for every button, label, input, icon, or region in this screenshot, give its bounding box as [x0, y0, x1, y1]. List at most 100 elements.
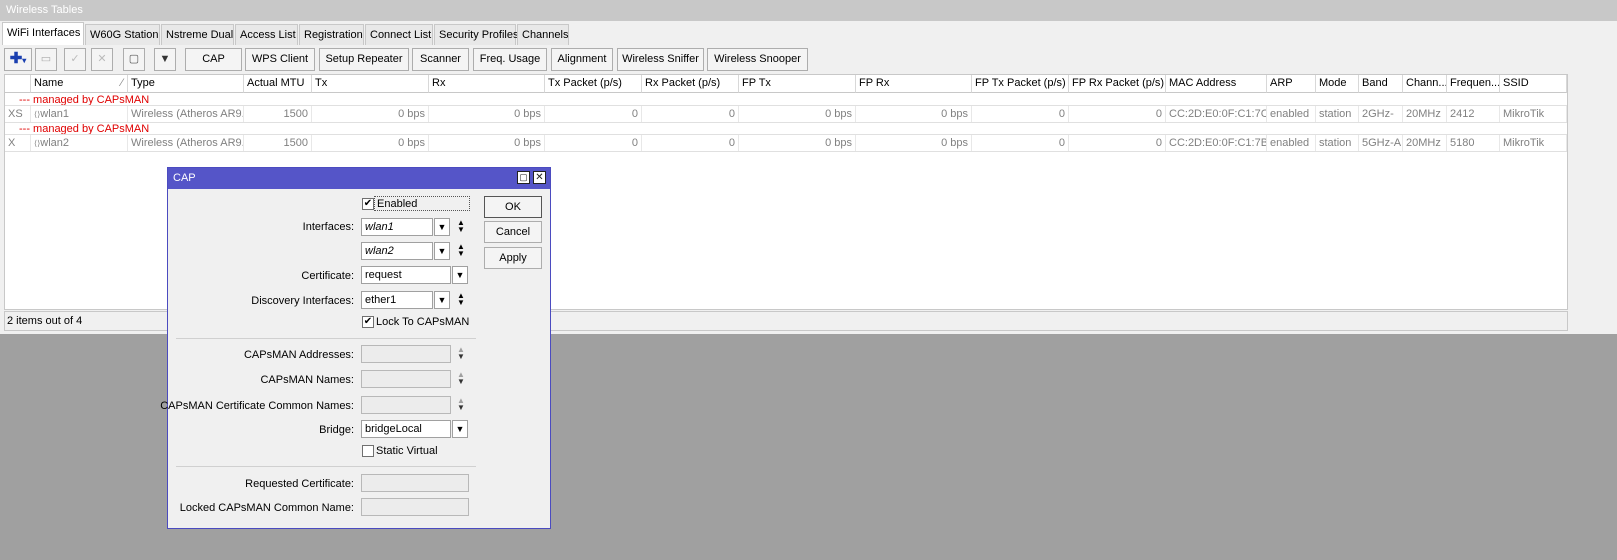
locked-capsman-name-field [361, 498, 469, 516]
cell-ssid: MikroTik [1500, 106, 1567, 122]
alignment-button[interactable]: Alignment [551, 48, 613, 71]
dropdown-icon[interactable]: ▼ [452, 266, 468, 284]
lock-to-capsman-label: Lock To CAPsMAN [376, 316, 470, 328]
close-icon[interactable]: ✕ [533, 171, 546, 184]
maximize-icon[interactable]: ▢ [517, 171, 530, 184]
wps-client-button[interactable]: WPS Client [245, 48, 315, 71]
column-header-fp-rx[interactable]: FP Rx [856, 75, 972, 93]
interface-2-field[interactable]: wlan2 [361, 242, 433, 260]
capsman-addresses-field[interactable] [361, 345, 451, 363]
capsman-names-field[interactable] [361, 370, 451, 388]
column-header-type[interactable]: Type [128, 75, 244, 93]
dialog-title-text: CAP [173, 172, 196, 184]
column-header-name[interactable]: Name ⁄ [31, 75, 128, 93]
cell-fp-tx: 0 bps [739, 106, 856, 122]
interfaces-label: Interfaces: [302, 221, 354, 233]
column-header-tx[interactable]: Tx [312, 75, 429, 93]
updown-icon[interactable]: ▲ ▼ [455, 292, 467, 307]
column-header-mode[interactable]: Mode [1316, 75, 1359, 93]
column-header-flags[interactable] [5, 75, 31, 93]
interface-1-field[interactable]: wlan1 [361, 218, 433, 236]
dropdown-icon[interactable]: ▼ [434, 291, 450, 309]
cell-fp-rx: 0 bps [856, 106, 972, 122]
table-row[interactable]: X ⟨⟩wlan2 Wireless (Atheros AR9... 1500 0 bp… [5, 135, 1567, 151]
column-header-channel[interactable]: Chann... [1403, 75, 1447, 93]
cell-flags: XS [5, 106, 31, 122]
cell-ssid: MikroTik [1500, 135, 1567, 151]
row-divider [5, 151, 1567, 152]
filter-icon[interactable]: ▼ [154, 48, 176, 71]
interface-name: wlan1 [40, 108, 69, 120]
locked-capsman-name-label: Locked CAPsMAN Common Name: [179, 502, 354, 514]
wireless-sniffer-button[interactable]: Wireless Sniffer [617, 48, 704, 71]
comment-icon[interactable]: ▢ [123, 48, 145, 71]
column-header-mac-address[interactable]: MAC Address [1166, 75, 1267, 93]
column-header-rx-packet[interactable]: Rx Packet (p/s) [642, 75, 739, 93]
cell-mode: station [1316, 135, 1359, 151]
cap-dialog: CAP ▢ ✕ ✔ Enabled Interfaces: wlan1 ▼ ▲ ▼… [160, 167, 551, 529]
updown-icon[interactable]: ▲ ▼ [455, 243, 467, 258]
tab-channels[interactable]: Channels [517, 24, 569, 45]
scanner-button[interactable]: Scanner [412, 48, 469, 71]
cell-fp-tx-packet: 0 [972, 135, 1069, 151]
cell-band: 5GHz-A [1359, 135, 1403, 151]
tab-security-profiles[interactable]: Security Profiles [434, 24, 518, 45]
cell-name: ⟨⟩wlan1 [31, 106, 128, 122]
dropdown-icon[interactable]: ▼ [434, 242, 450, 260]
cancel-button[interactable]: Cancel [484, 221, 542, 243]
dropdown-icon[interactable]: ▼ [434, 218, 450, 236]
setup-repeater-button[interactable]: Setup Repeater [319, 48, 409, 71]
tab-connect-list[interactable]: Connect List [365, 24, 433, 45]
cell-name: ⟨⟩wlan2 [31, 135, 128, 151]
tab-access-list[interactable]: Access List [235, 24, 298, 45]
cell-fp-tx-packet: 0 [972, 106, 1069, 122]
cell-type: Wireless (Atheros AR9... [128, 106, 244, 122]
requested-certificate-field [361, 474, 469, 492]
column-header-arp[interactable]: ARP [1267, 75, 1316, 93]
tab-nstreme-dual[interactable]: Nstreme Dual [161, 24, 234, 45]
column-header-tx-packet[interactable]: Tx Packet (p/s) [545, 75, 642, 93]
enable-icon[interactable]: ✓ [64, 48, 86, 71]
apply-button[interactable]: Apply [484, 247, 542, 269]
ok-button[interactable]: OK [484, 196, 542, 218]
column-header-fp-tx[interactable]: FP Tx [739, 75, 856, 93]
separator [176, 338, 476, 339]
table-row[interactable]: XS ⟨⟩wlan1 Wireless (Atheros AR9... 1500 0 b… [5, 106, 1567, 122]
cell-fp-rx-packet: 0 [1069, 106, 1166, 122]
tab-wifi-interfaces[interactable]: WiFi Interfaces [2, 22, 84, 45]
disable-icon[interactable]: ✕ [91, 48, 113, 71]
add-icon[interactable]: ✚▾ [4, 48, 32, 71]
column-header-fp-tx-packet[interactable]: FP Tx Packet (p/s) [972, 75, 1069, 93]
column-header-rx[interactable]: Rx [429, 75, 545, 93]
cell-type: Wireless (Atheros AR9... [128, 135, 244, 151]
cap-button[interactable]: CAP [185, 48, 242, 71]
column-header-ssid[interactable]: SSID [1500, 75, 1567, 93]
updown-icon[interactable]: ▲ ▼ [455, 219, 467, 234]
updown-icon[interactable]: ▲ ▼ [455, 397, 467, 412]
certificate-field[interactable]: request [361, 266, 451, 284]
requested-certificate-label: Requested Certificate: [245, 478, 354, 490]
cell-fp-tx: 0 bps [739, 135, 856, 151]
cell-arp: enabled [1267, 106, 1316, 122]
dialog-title: CAP ▢ ✕ [168, 168, 550, 189]
cell-channel: 20MHz [1403, 106, 1447, 122]
bridge-field[interactable]: bridgeLocal [361, 420, 451, 438]
freq-usage-button[interactable]: Freq. Usage [473, 48, 547, 71]
tab-registration[interactable]: Registration [299, 24, 364, 45]
capsman-cert-names-field[interactable] [361, 396, 451, 414]
remove-icon[interactable]: ▭ [35, 48, 57, 71]
static-virtual-checkbox[interactable] [362, 445, 374, 457]
column-header-band[interactable]: Band [1359, 75, 1403, 93]
column-header-actual-mtu[interactable]: Actual MTU [244, 75, 312, 93]
enabled-checkbox[interactable]: ✔ [362, 198, 374, 210]
wireless-snooper-button[interactable]: Wireless Snooper [707, 48, 808, 71]
tab-w60g-station[interactable]: W60G Station [85, 24, 160, 45]
updown-icon[interactable]: ▲ ▼ [455, 371, 467, 386]
lock-to-capsman-checkbox[interactable]: ✔ [362, 316, 374, 328]
enabled-label: Enabled [374, 196, 470, 211]
column-header-fp-rx-packet[interactable]: FP Rx Packet (p/s) [1069, 75, 1166, 93]
updown-icon[interactable]: ▲ ▼ [455, 346, 467, 361]
discovery-interfaces-field[interactable]: ether1 [361, 291, 433, 309]
dropdown-icon[interactable]: ▼ [452, 420, 468, 438]
column-header-frequency[interactable]: Frequen... [1447, 75, 1500, 93]
